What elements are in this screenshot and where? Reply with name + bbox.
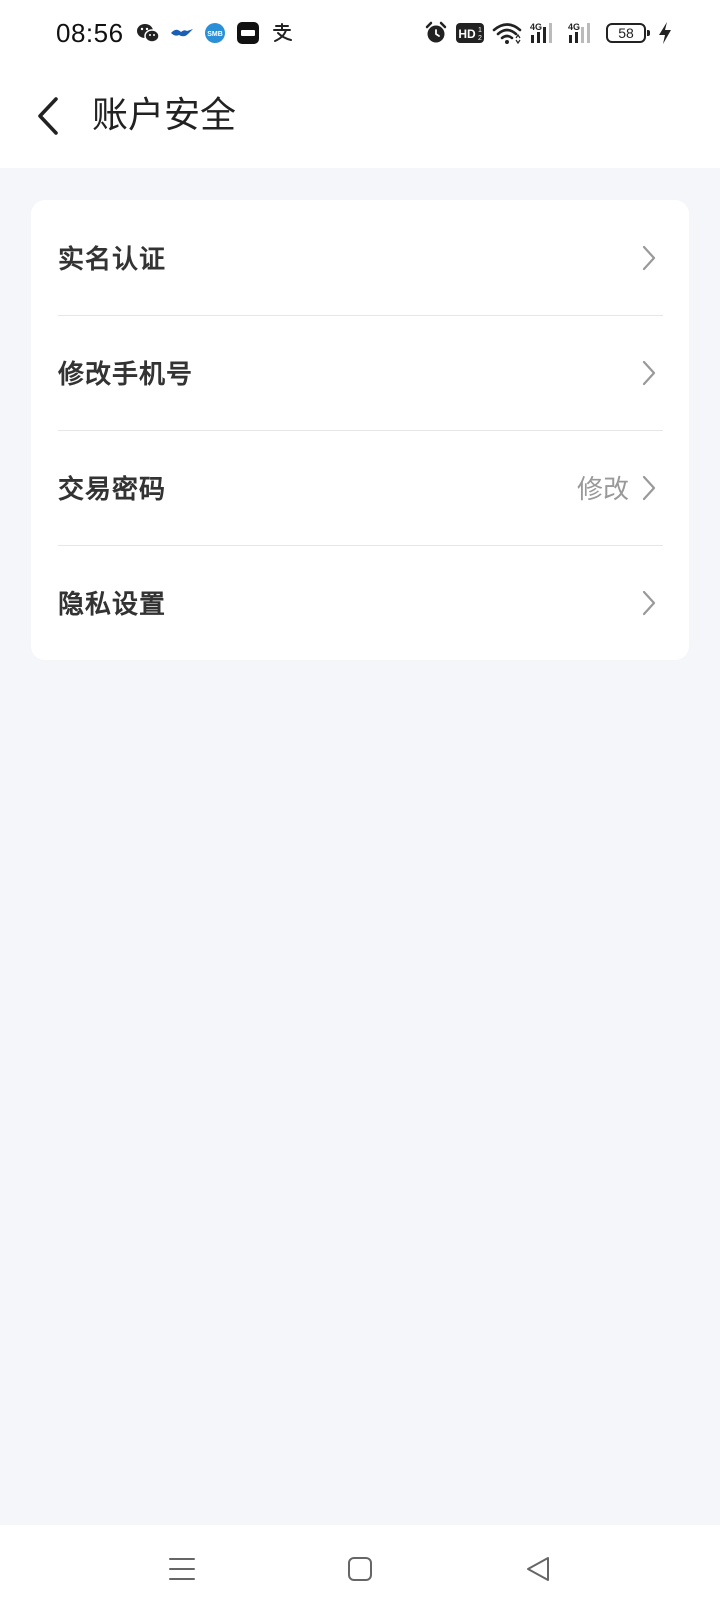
signal-4g-icon-2: 4G [568,21,598,45]
status-time: 08:56 [56,18,124,48]
wifi-icon [492,21,522,45]
settings-item-real-name[interactable]: 实名认证 [31,200,689,315]
chevron-right-icon [639,244,659,272]
svg-text:4G: 4G [530,22,542,32]
svg-text:HD: HD [458,27,476,41]
settings-item-trade-password[interactable]: 交易密码 修改 [31,430,689,545]
chevron-left-icon [38,97,58,135]
svg-text:4G: 4G [568,22,580,32]
hd-voice-icon: HD 1 2 [456,23,484,43]
triangle-back-icon [527,1557,549,1581]
wechat-icon [136,22,160,44]
alarm-icon [424,21,448,45]
page-title: 账户安全 [92,95,237,136]
bird-app-icon [170,25,194,41]
back-button[interactable] [24,92,72,140]
chevron-right-icon [639,474,659,502]
settings-card: 实名认证 修改手机号 交易密码 修改 隐私设置 [31,200,689,660]
notification-icons: SMB [136,20,294,46]
alipay-icon [270,22,294,44]
battery-indicator: 58 [606,23,650,43]
settings-item-value: 修改 [576,475,629,505]
settings-item-change-phone[interactable]: 修改手机号 [31,315,689,430]
battery-level: 58 [618,25,634,41]
system-status-icons: HD 1 2 4G 4G 58 [424,18,672,48]
chevron-right-icon [639,589,659,617]
home-button[interactable] [336,1545,384,1593]
svg-text:SMB: SMB [207,31,223,38]
charging-icon [658,21,672,45]
settings-item-label: 修改手机号 [58,360,194,390]
settings-item-label: 交易密码 [58,475,167,505]
status-bar: 08:56 SMB HD 1 2 4G 4G 58 [0,0,720,64]
back-nav-button[interactable] [514,1545,562,1593]
svg-text:1: 1 [478,27,482,34]
menu-button[interactable] [158,1545,206,1593]
signal-4g-icon-1: 4G [530,21,560,45]
svg-text:2: 2 [478,35,482,42]
settings-item-label: 隐私设置 [58,590,167,620]
page-header: 账户安全 [0,64,720,168]
ticket-app-icon [236,21,260,45]
system-navigation-bar [0,1525,720,1612]
menu-icon [169,1558,195,1580]
chevron-right-icon [639,359,659,387]
smb-app-icon: SMB [204,22,226,44]
settings-item-label: 实名认证 [58,245,167,275]
square-icon [348,1557,372,1581]
settings-item-privacy[interactable]: 隐私设置 [31,545,689,660]
